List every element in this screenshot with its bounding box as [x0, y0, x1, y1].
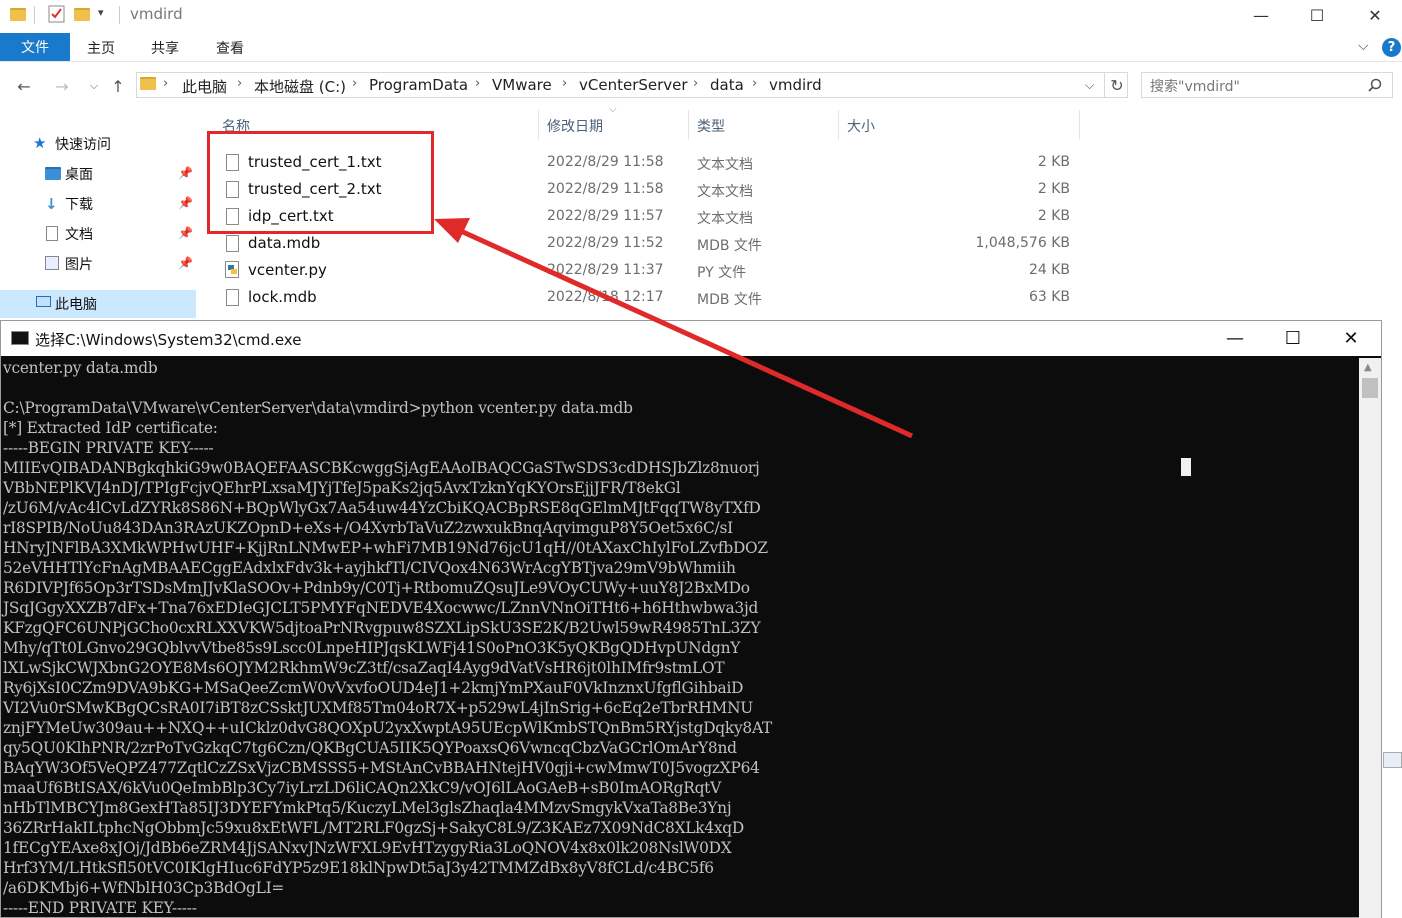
arrow-shaft — [450, 224, 914, 439]
annotation-arrow — [434, 218, 914, 439]
